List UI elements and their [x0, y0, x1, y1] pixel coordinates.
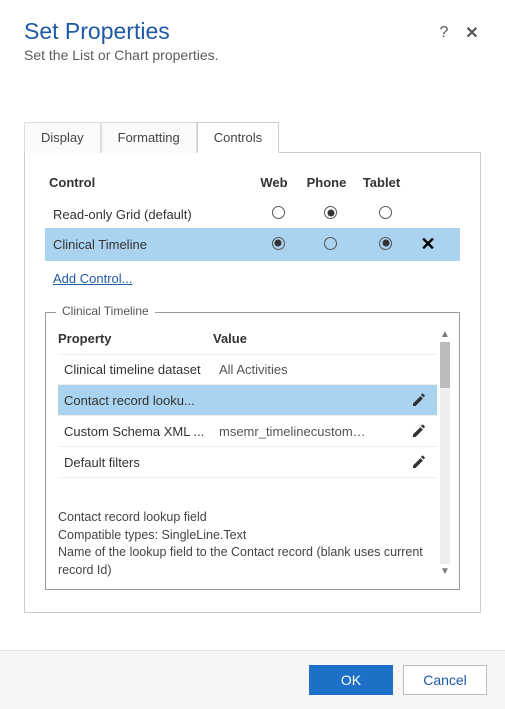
tab-bar: Display Formatting Controls: [24, 121, 481, 153]
desc-line3: Name of the lookup field to the Contact …: [58, 544, 429, 579]
tab-panel-controls: Control Web Phone Tablet Read-only Grid …: [24, 153, 481, 613]
close-icon[interactable]: ✕: [463, 24, 481, 42]
tab-controls[interactable]: Controls: [197, 122, 279, 153]
dialog-title: Set Properties: [24, 18, 219, 45]
property-row-contact-lookup[interactable]: Contact record looku...: [58, 384, 437, 415]
delete-control-icon[interactable]: ✕: [420, 234, 435, 254]
property-value: All Activities: [219, 362, 288, 377]
property-grid-header: Property Value: [58, 327, 437, 354]
ok-button[interactable]: OK: [309, 665, 393, 695]
col-header-property: Property: [58, 331, 213, 346]
control-row-readonly-grid[interactable]: Read-only Grid (default): [45, 200, 460, 228]
radio-tablet[interactable]: [379, 237, 392, 250]
property-row-custom-schema[interactable]: Custom Schema XML ... msemr_timelinecust…: [58, 415, 437, 446]
col-header-web: Web: [249, 175, 299, 190]
property-description: Contact record lookup field Compatible t…: [58, 509, 437, 579]
radio-phone[interactable]: [324, 206, 337, 219]
property-scrollbar[interactable]: ▲ ▼: [437, 327, 453, 579]
col-header-phone: Phone: [299, 175, 354, 190]
radio-phone[interactable]: [324, 237, 337, 250]
edit-icon[interactable]: [411, 423, 427, 439]
control-name: Clinical Timeline: [53, 237, 253, 252]
property-name: Custom Schema XML ...: [64, 424, 219, 439]
radio-tablet[interactable]: [379, 206, 392, 219]
tab-display[interactable]: Display: [24, 122, 101, 153]
property-value: msemr_timelinecustomsche...: [219, 424, 369, 439]
help-icon[interactable]: ?: [435, 24, 453, 42]
edit-icon[interactable]: [411, 454, 427, 470]
radio-web[interactable]: [272, 206, 285, 219]
property-name: Default filters: [64, 455, 219, 470]
scroll-up-icon[interactable]: ▲: [440, 329, 450, 340]
control-grid-header: Control Web Phone Tablet: [45, 171, 460, 200]
edit-icon[interactable]: [411, 392, 427, 408]
radio-web[interactable]: [272, 237, 285, 250]
property-row-more: [58, 477, 437, 483]
control-detail-fieldset: Clinical Timeline Property Value Clinica…: [45, 312, 460, 590]
desc-line1: Contact record lookup field: [58, 509, 429, 527]
col-header-control: Control: [49, 175, 249, 190]
col-header-value: Value: [213, 331, 437, 346]
fieldset-legend: Clinical Timeline: [56, 304, 155, 318]
desc-line2: Compatible types: SingleLine.Text: [58, 527, 429, 545]
cancel-button[interactable]: Cancel: [403, 665, 487, 695]
dialog-subtitle: Set the List or Chart properties.: [24, 47, 219, 63]
property-name: Contact record looku...: [64, 393, 219, 408]
property-name: Clinical timeline dataset: [64, 362, 219, 377]
scroll-track[interactable]: [440, 342, 450, 564]
control-row-clinical-timeline[interactable]: Clinical Timeline ✕: [45, 228, 460, 261]
property-row-default-filters[interactable]: Default filters: [58, 446, 437, 477]
scroll-thumb[interactable]: [440, 342, 450, 388]
dialog-footer: OK Cancel: [0, 650, 505, 709]
control-name: Read-only Grid (default): [53, 207, 253, 222]
col-header-tablet: Tablet: [354, 175, 409, 190]
add-control-link[interactable]: Add Control...: [53, 271, 133, 286]
tab-formatting[interactable]: Formatting: [101, 122, 197, 153]
property-row-dataset[interactable]: Clinical timeline dataset All Activities: [58, 354, 437, 384]
scroll-down-icon[interactable]: ▼: [440, 566, 450, 577]
